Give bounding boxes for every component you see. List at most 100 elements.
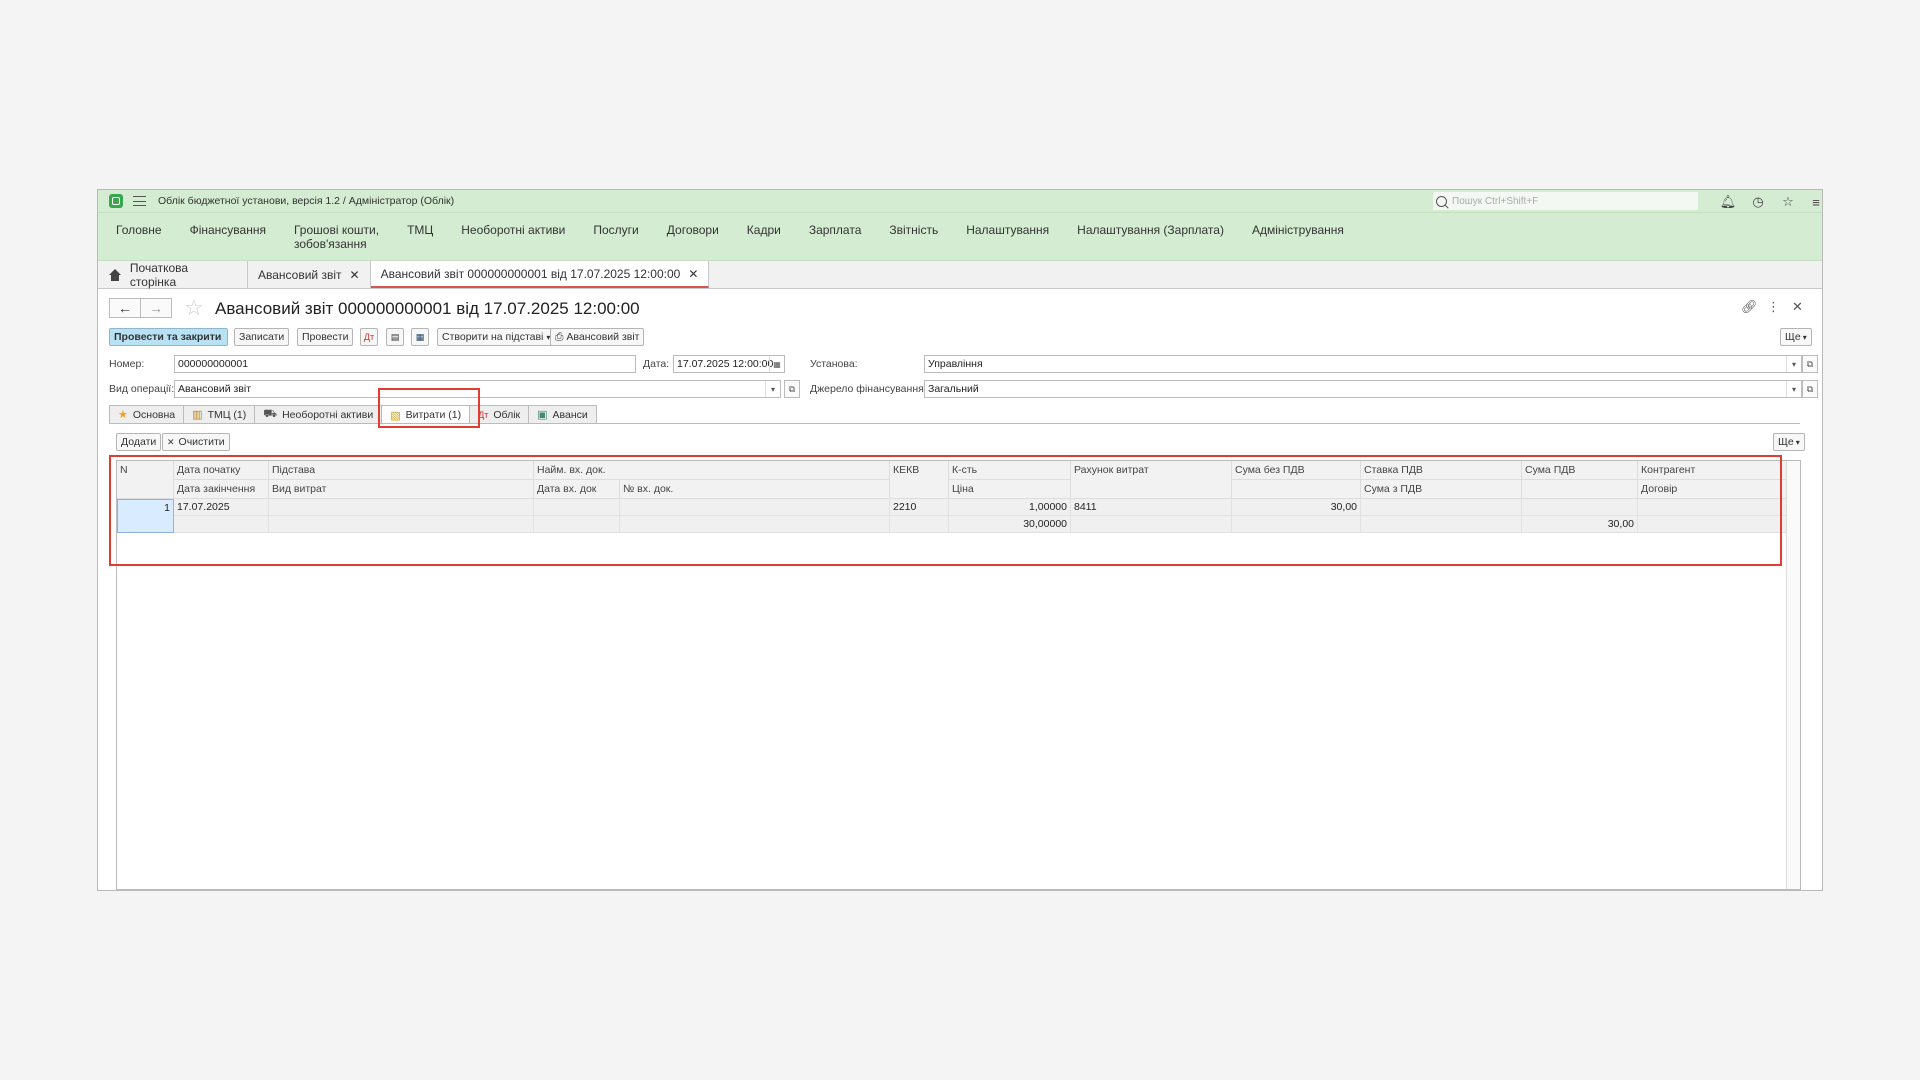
structure-icon[interactable]: ▦: [411, 328, 429, 346]
number-field[interactable]: 000000000001: [174, 355, 636, 373]
menu-item-fixed-assets[interactable]: Необоротні активи: [447, 213, 579, 237]
op-type-value: Авансовий звіт: [178, 383, 252, 395]
create-based-label: Створити на підставі: [442, 331, 544, 343]
highlight-expenses-tab: [378, 388, 480, 428]
chevron-down-icon: ▾: [1802, 332, 1807, 342]
clear-label: Очистити: [178, 436, 225, 448]
tab-label: Початкова сторінка: [129, 260, 189, 289]
tab-home[interactable]: Початкова сторінка: [98, 260, 248, 289]
menu-item-settings[interactable]: Налаштування: [952, 213, 1063, 237]
favorite-star-icon[interactable]: ☆: [184, 295, 204, 321]
tab-divider: [109, 423, 1800, 424]
post-and-close-button[interactable]: Провести та закрити: [109, 328, 228, 346]
chevron-down-icon[interactable]: ▾: [765, 381, 780, 397]
tab-label: Основна: [132, 408, 176, 421]
printer-icon: ⎙: [555, 330, 564, 343]
source-field[interactable]: Загальний ▾: [924, 380, 1802, 398]
date-field[interactable]: 17.07.2025 12:00:00 ▦: [673, 355, 785, 373]
vertical-scrollbar[interactable]: [1786, 461, 1800, 889]
form-tabs: ★ Основна ▥ ТМЦ (1) ⛟ Необоротні активи ▧ Ви…: [109, 405, 597, 424]
open-op-type-icon[interactable]: ⧉: [784, 380, 800, 398]
print-report-button[interactable]: ⎙ Авансовий звіт: [550, 328, 645, 346]
app-title: Облік бюджетної установи, версія 1.2 / А…: [158, 195, 455, 207]
add-button[interactable]: Додати: [116, 433, 162, 451]
menu-item-finance[interactable]: Фінансування: [176, 213, 280, 237]
menu-item-admin[interactable]: Адміністрування: [1238, 213, 1358, 237]
create-based-on-button[interactable]: Створити на підставі ▾: [437, 328, 556, 346]
source-label: Джерело фінансування:: [810, 383, 927, 395]
menu-item-cash[interactable]: Грошові кошти, зобов'язання: [280, 213, 393, 251]
app-logo-icon[interactable]: [109, 194, 123, 208]
box-icon: ▥: [192, 409, 203, 421]
save-button[interactable]: Записати: [234, 328, 290, 346]
date-value: 17.07.2025 12:00:00: [677, 358, 774, 370]
close-icon[interactable]: ✕: [350, 268, 360, 282]
post-button[interactable]: Провести: [297, 328, 354, 346]
app-window: Облік бюджетної установи, версія 1.2 / А…: [97, 189, 1823, 891]
org-field[interactable]: Управління ▾: [924, 355, 1802, 373]
tab-main[interactable]: ★ Основна: [109, 405, 185, 423]
source-value: Загальний: [928, 383, 979, 395]
number-label: Номер:: [109, 358, 145, 370]
document-icon[interactable]: ▤: [386, 328, 404, 346]
forward-button[interactable]: →: [140, 298, 172, 318]
calendar-icon[interactable]: ▦: [769, 356, 784, 372]
highlight-expenses-table: [109, 455, 1782, 566]
search-icon: [1436, 195, 1447, 207]
menu-item-services[interactable]: Послуги: [579, 213, 652, 237]
menu-item-contracts[interactable]: Договори: [653, 213, 733, 237]
link-icon[interactable]: 🔗︎: [1741, 299, 1758, 315]
close-icon[interactable]: ✕: [688, 267, 698, 281]
menu-item-home[interactable]: Головне: [102, 213, 176, 237]
tab-label: Облік: [493, 408, 521, 421]
tab-label: ТМЦ (1): [207, 408, 247, 421]
menu-item-payroll[interactable]: Зарплата: [795, 213, 876, 237]
org-value: Управління: [928, 358, 983, 370]
open-source-icon[interactable]: ⧉: [1802, 380, 1818, 398]
page-title: Авансовий звіт 000000000001 від 17.07.20…: [215, 299, 640, 318]
more-label: Ще: [1778, 436, 1794, 448]
menu-lines-icon[interactable]: ≡: [1808, 194, 1822, 210]
truck-icon: ⛟: [263, 407, 278, 420]
hamburger-menu-icon[interactable]: [133, 196, 146, 206]
menu-item-reports[interactable]: Звітність: [875, 213, 952, 237]
chevron-down-icon[interactable]: ▾: [1786, 381, 1801, 397]
open-tabs-bar: Початкова сторінка Авансовий звіт ✕ Аван…: [98, 261, 1822, 289]
menu-item-payroll-settings[interactable]: Налаштування (Зарплата): [1063, 213, 1238, 237]
tab-advance-report-doc[interactable]: Авансовий звіт 000000000001 від 17.07.20…: [370, 261, 710, 288]
close-icon[interactable]: ✕: [1792, 299, 1803, 315]
tab-advances[interactable]: ▣ Аванси: [528, 405, 597, 423]
date-label: Дата:: [643, 358, 670, 370]
global-search[interactable]: [1433, 192, 1698, 210]
print-report-label: Авансовий звіт: [566, 331, 640, 343]
table-more-button[interactable]: Ще ▾: [1773, 433, 1805, 451]
star-icon[interactable]: ☆: [1780, 194, 1796, 210]
tab-label: Аванси: [552, 408, 588, 421]
open-org-icon[interactable]: ⧉: [1802, 355, 1818, 373]
back-button[interactable]: ←: [109, 298, 141, 318]
main-menu: Головне Фінансування Грошові кошти, зобо…: [98, 213, 1822, 261]
more-vert-icon[interactable]: ⋮: [1767, 299, 1780, 315]
star-icon: ★: [118, 409, 128, 421]
tab-label: Необоротні активи: [282, 408, 374, 421]
home-icon: [108, 268, 122, 281]
menu-item-hr[interactable]: Кадри: [733, 213, 795, 237]
org-label: Установа:: [810, 358, 858, 370]
search-input[interactable]: [1452, 195, 1682, 207]
tab-fixed-assets[interactable]: ⛟ Необоротні активи: [254, 405, 383, 423]
bell-icon[interactable]: 🔔︎: [1720, 194, 1737, 210]
close-icon: ✕: [167, 436, 175, 447]
chevron-down-icon[interactable]: ▾: [1786, 356, 1801, 372]
tab-tmc[interactable]: ▥ ТМЦ (1): [183, 405, 256, 423]
more-button[interactable]: Ще ▾: [1780, 328, 1812, 346]
tab-label: Авансовий звіт 000000000001 від 17.07.20…: [380, 266, 681, 281]
clear-button[interactable]: ✕ Очистити: [162, 433, 230, 451]
tab-advance-report-list[interactable]: Авансовий звіт ✕: [248, 261, 371, 288]
more-label: Ще: [1785, 331, 1801, 343]
menu-item-tmc[interactable]: ТМЦ: [393, 213, 447, 237]
dt-kt-icon[interactable]: Дт: [360, 328, 378, 346]
history-icon[interactable]: ◷: [1750, 194, 1766, 210]
title-bar: Облік бюджетної установи, версія 1.2 / А…: [98, 190, 1822, 213]
tab-label: Авансовий звіт: [258, 267, 342, 282]
chevron-down-icon: ▾: [1795, 437, 1800, 447]
